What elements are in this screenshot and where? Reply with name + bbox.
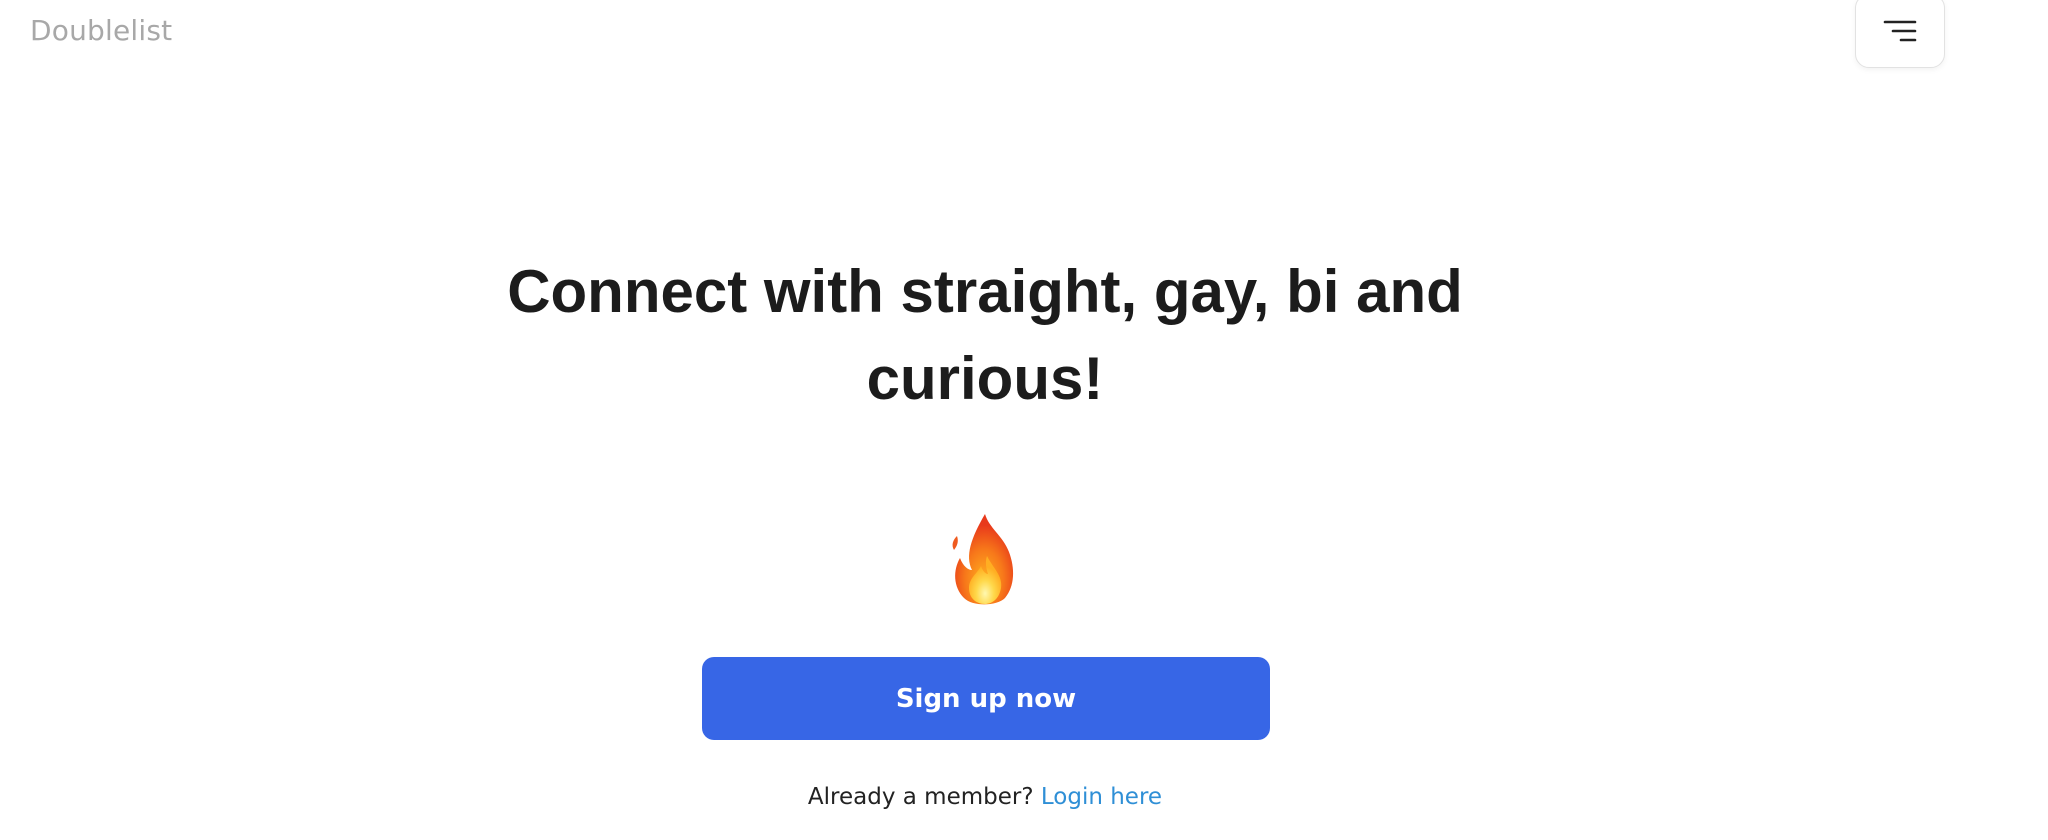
headline-line-1: Connect with straight, gay, bi and bbox=[507, 258, 1463, 325]
menu-button[interactable] bbox=[1855, 0, 1945, 68]
sign-up-button[interactable]: Sign up now bbox=[702, 657, 1270, 740]
login-prompt: Already a member? Login here bbox=[0, 784, 1970, 810]
page-title: Connect with straight, gay, bi and curio… bbox=[0, 248, 1970, 422]
member-prompt-text: Already a member? bbox=[807, 784, 1034, 810]
headline-line-2: curious! bbox=[866, 345, 1104, 412]
site-logo[interactable]: Doublelist bbox=[30, 14, 172, 47]
fire-icon bbox=[952, 514, 1014, 605]
hamburger-menu-icon bbox=[1883, 20, 1917, 42]
login-link[interactable]: Login here bbox=[1041, 784, 1162, 810]
